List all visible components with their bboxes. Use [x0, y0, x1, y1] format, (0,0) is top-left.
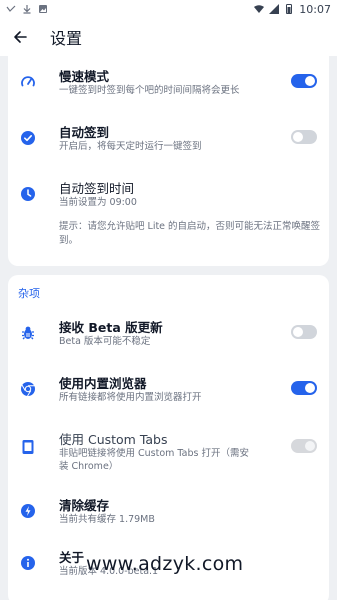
speedometer-icon [20, 74, 36, 90]
setting-subtitle: Beta 版本可能不稳定 [59, 336, 151, 347]
setting-title: 使用内置浏览器 [59, 376, 147, 391]
auto-signin-toggle[interactable] [291, 130, 317, 144]
battery-icon [286, 4, 293, 14]
bug-icon [20, 325, 36, 341]
setting-row-auto-signin[interactable]: 自动签到 开启后，将每天定时运行一键签到 [8, 116, 329, 160]
setting-title: 使用 Custom Tabs [59, 432, 168, 447]
clock-icon [20, 186, 36, 202]
app-bar: 设置 [0, 18, 337, 56]
setting-subtitle: 非贴吧链接将使用 Custom Tabs 打开（需安装 Chrome） [59, 448, 249, 472]
tablet-icon [20, 439, 36, 455]
image-notification-icon [39, 5, 47, 13]
watermark: www.adzyk.com [86, 553, 244, 575]
setting-title: 接收 Beta 版更新 [59, 320, 163, 335]
setting-subtitle: 当前设置为 09:00 [59, 197, 137, 208]
download-icon [23, 5, 31, 14]
setting-subtitle: 一键签到时签到每个吧的时间间隔将会更长 [59, 85, 240, 96]
chrome-icon [20, 381, 36, 397]
custom-tabs-toggle[interactable] [291, 439, 317, 453]
missed-call-icon [6, 5, 16, 12]
setting-subtitle: 当前共有缓存 1.79MB [59, 514, 155, 525]
setting-row-clear-cache[interactable]: 清除缓存 当前共有缓存 1.79MB [8, 489, 329, 533]
signal-icon [269, 4, 280, 14]
setting-row-auto-signin-time[interactable]: 自动签到时间 当前设置为 09:00 [8, 172, 329, 216]
setting-row-builtin-browser[interactable]: 使用内置浏览器 所有链接都将使用内置浏览器打开 [8, 367, 329, 411]
setting-subtitle: 开启后，将每天定时运行一键签到 [59, 141, 202, 152]
autostart-hint: 提示：请您允许贴吧 Lite 的自启动，否则可能无法正常唤醒签到。 [59, 221, 321, 246]
back-button[interactable] [2, 18, 38, 56]
setting-title: 自动签到 [59, 125, 110, 140]
beta-updates-toggle[interactable] [291, 325, 317, 339]
setting-row-beta-updates[interactable]: 接收 Beta 版更新 Beta 版本可能不稳定 [8, 311, 329, 355]
status-time: 10:07 [299, 2, 331, 16]
setting-row-custom-tabs[interactable]: 使用 Custom Tabs 非贴吧链接将使用 Custom Tabs 打开（需… [8, 423, 329, 479]
setting-title: 慢速模式 [59, 69, 110, 84]
setting-title: 关于 [59, 550, 85, 565]
flash-icon [20, 503, 36, 519]
settings-card-misc: 杂项 接收 Beta 版更新 Beta 版本可能不稳定 使用内置浏览器 所有链接… [8, 275, 329, 600]
setting-row-slow-mode[interactable]: 慢速模式 一键签到时签到每个吧的时间间隔将会更长 [8, 60, 329, 104]
builtin-browser-toggle[interactable] [291, 381, 317, 395]
info-icon [20, 555, 36, 571]
setting-title: 自动签到时间 [59, 181, 135, 196]
setting-subtitle: 所有链接都将使用内置浏览器打开 [59, 392, 202, 403]
status-bar: 10:07 [0, 0, 337, 18]
setting-title: 清除缓存 [59, 498, 110, 513]
settings-card-signin: 慢速模式 一键签到时签到每个吧的时间间隔将会更长 自动签到 开启后，将每天定时运… [8, 52, 329, 266]
wifi-icon [254, 5, 265, 13]
check-circle-icon [20, 130, 36, 146]
arrow-back-icon [14, 31, 27, 43]
page-title: 设置 [50, 29, 83, 48]
section-header-misc: 杂项 [18, 287, 40, 300]
slow-mode-toggle[interactable] [291, 74, 317, 88]
